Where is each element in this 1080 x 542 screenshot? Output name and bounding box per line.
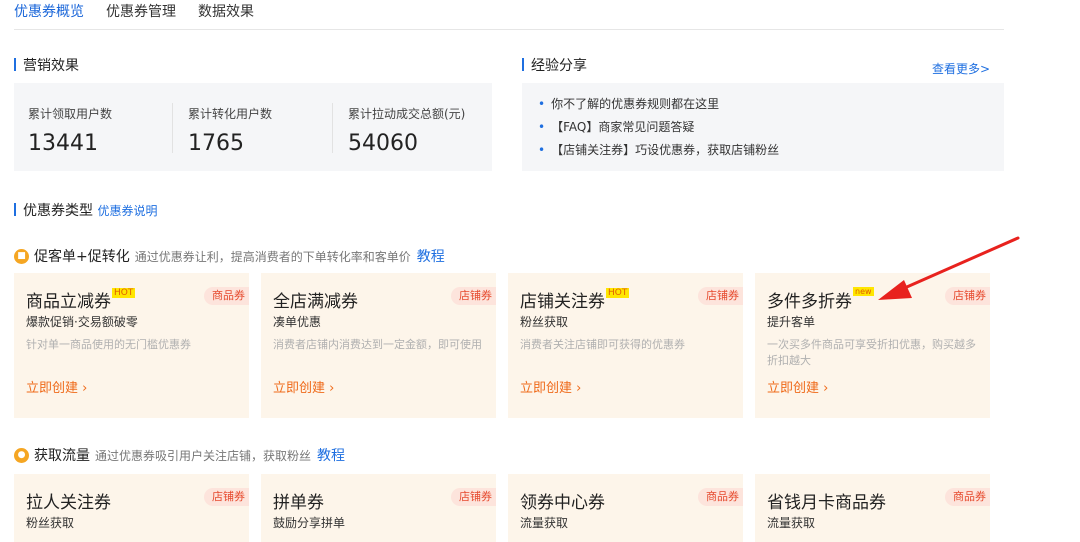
coupon-overview-page: 优惠券概览 优惠券管理 数据效果 营销效果 累计领取用户数 13441 累计转化… [0,0,1080,542]
annotation-arrow [878,236,1020,300]
